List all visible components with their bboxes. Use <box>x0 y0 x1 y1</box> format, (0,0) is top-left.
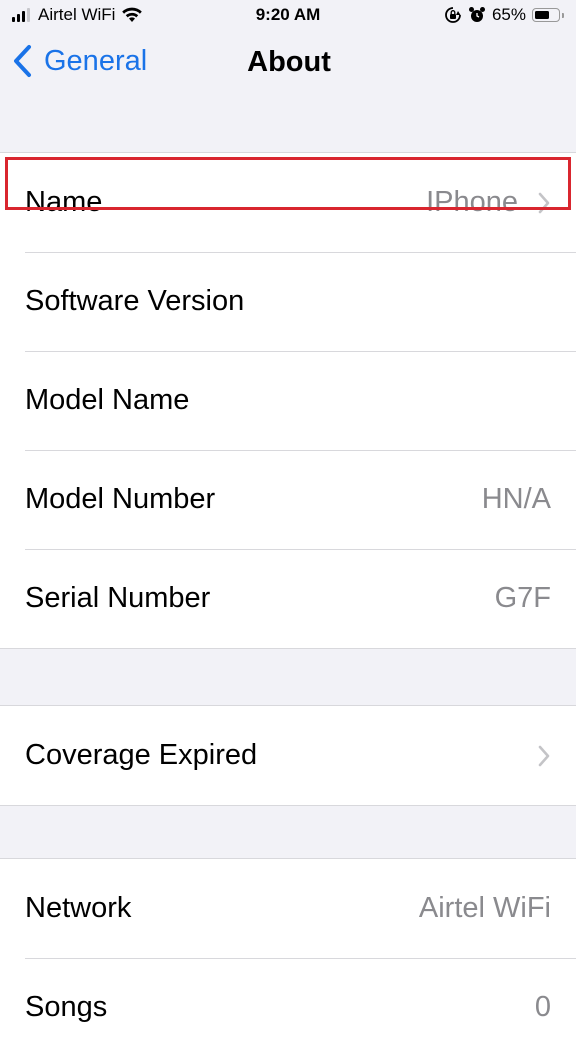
back-button-label: General <box>44 44 148 77</box>
row-value: G7F <box>494 582 551 614</box>
carrier-name: Airtel WiFi <box>38 5 116 24</box>
row-model-name[interactable]: Model Name <box>0 351 576 450</box>
row-name[interactable]: Name IPhone <box>0 153 576 252</box>
signal-icon <box>12 8 30 22</box>
row-value: HN/A <box>481 483 551 515</box>
wifi-icon <box>122 7 143 22</box>
device-info-group: Name IPhone Software Version Model Name … <box>0 152 576 649</box>
battery-icon <box>532 8 564 22</box>
row-serial-number[interactable]: Serial Number G7F <box>0 549 576 648</box>
status-right: 65% <box>444 5 564 25</box>
row-network[interactable]: Network Airtel WiFi <box>0 859 576 958</box>
orientation-lock-icon <box>445 7 461 23</box>
navigation-bar: General About <box>0 36 576 92</box>
row-label: Software Version <box>25 285 245 317</box>
battery-percent: 65% <box>491 5 526 24</box>
row-label: Network <box>25 892 132 924</box>
row-software-version[interactable]: Software Version <box>0 252 576 351</box>
row-label: Songs <box>25 991 108 1023</box>
row-coverage[interactable]: Coverage Expired <box>0 706 576 805</box>
row-value: 0 <box>534 991 551 1023</box>
chevron-left-icon <box>14 45 31 77</box>
status-bar: Airtel WiFi 9:20 AM 65% <box>0 0 576 34</box>
network-media-group: Network Airtel WiFi Songs 0 <box>0 858 576 1057</box>
coverage-group: Coverage Expired <box>0 705 576 806</box>
battery-level-fill <box>535 11 549 19</box>
row-value: IPhone <box>426 186 518 218</box>
alarm-icon <box>468 7 485 22</box>
row-label: Name <box>25 186 103 218</box>
row-label: Model Name <box>25 384 190 416</box>
row-label: Serial Number <box>25 582 211 614</box>
back-button[interactable]: General <box>12 44 147 78</box>
chevron-right-icon <box>538 745 550 766</box>
status-left: Airtel WiFi <box>12 5 143 25</box>
row-label: Model Number <box>25 483 216 515</box>
row-songs[interactable]: Songs 0 <box>0 958 576 1057</box>
row-value: Airtel WiFi <box>418 892 551 924</box>
chevron-right-icon <box>538 192 550 213</box>
row-label: Coverage Expired <box>25 739 258 771</box>
row-model-number[interactable]: Model Number HN/A <box>0 450 576 549</box>
